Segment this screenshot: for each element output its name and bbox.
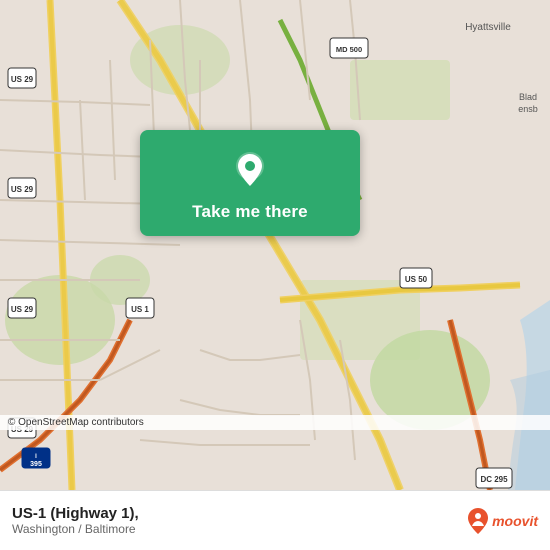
svg-text:US 29: US 29 (11, 185, 34, 194)
route-location: Washington / Baltimore (12, 522, 139, 536)
moovit-brand-text: moovit (492, 513, 538, 529)
take-me-there-button[interactable]: Take me there (192, 202, 308, 222)
attribution-text: © OpenStreetMap contributors (8, 417, 144, 428)
svg-text:Hyattsville: Hyattsville (465, 22, 511, 33)
bottom-bar: US-1 (Highway 1), Washington / Baltimore… (0, 490, 550, 550)
route-name: US-1 (Highway 1), (12, 505, 139, 522)
svg-text:Blad: Blad (519, 92, 537, 102)
svg-text:395: 395 (30, 461, 42, 468)
svg-text:MD 500: MD 500 (336, 45, 362, 54)
moovit-logo: moovit (468, 508, 538, 534)
svg-text:US 50: US 50 (405, 275, 428, 284)
svg-text:ensb: ensb (518, 104, 538, 114)
svg-text:US 29: US 29 (11, 305, 34, 314)
svg-text:US 1: US 1 (131, 305, 149, 314)
svg-text:DC 295: DC 295 (480, 475, 508, 484)
route-info: US-1 (Highway 1), Washington / Baltimore (12, 505, 139, 536)
svg-text:US 29: US 29 (11, 75, 34, 84)
map-container: US 29 US 29 US 29 US 29 US 1 US 1 MD 500… (0, 0, 550, 490)
location-pin-icon (228, 148, 272, 192)
cta-overlay[interactable]: Take me there (140, 130, 360, 236)
attribution-bar: © OpenStreetMap contributors (0, 415, 550, 430)
moovit-pin-icon (468, 508, 488, 534)
